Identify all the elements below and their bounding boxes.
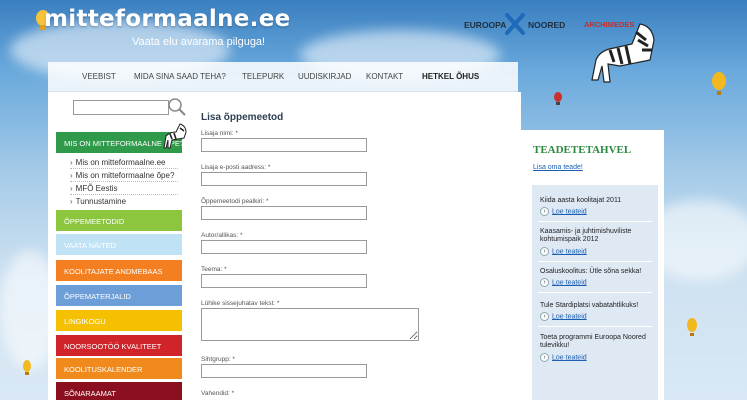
- news-divider: [538, 326, 652, 327]
- news-title: Kiida aasta koolitajat 2011: [540, 197, 622, 204]
- read-more-link[interactable]: › Loe teateid: [540, 353, 587, 362]
- lightbulb-icon: [554, 92, 562, 105]
- email-field[interactable]: [201, 172, 367, 186]
- submenu-item[interactable]: Tunnustamine: [70, 197, 126, 206]
- author-name-field[interactable]: [201, 138, 367, 152]
- menu-item-lingikogu[interactable]: LINGIKOGU: [56, 310, 182, 331]
- nav-item-veebist[interactable]: VEEBIST: [82, 72, 116, 81]
- site-header: mitteformaalne.ee Vaata elu avarama pilg…: [0, 0, 747, 83]
- balloon-icon: [23, 360, 31, 375]
- menu-item-koolituskalender[interactable]: KOOLITUSKALENDER: [56, 358, 182, 379]
- field-label: Õppemeetodi pealkiri: *: [201, 198, 269, 205]
- news-title: Osaluskoolitus: Ütle sõna sekka!: [540, 268, 642, 275]
- news-title: Kaasamis- ja juhtimishuviliste kohtumisp…: [540, 228, 632, 243]
- submenu-item[interactable]: MFÕ Eestis: [70, 184, 118, 193]
- read-more-link[interactable]: › Loe teateid: [540, 207, 587, 216]
- arrow-right-icon: ›: [540, 312, 549, 321]
- page-title: Lisa õppemeetod: [201, 112, 284, 123]
- menu-item-koolitajate-andmebaas[interactable]: KOOLITAJATE ANDMEBAAS: [56, 260, 182, 281]
- field-label: Sihtgrupp: *: [201, 356, 235, 363]
- submenu-item[interactable]: Mis on mitteformaalne õpe?: [70, 171, 175, 180]
- arrow-right-icon: ›: [540, 247, 549, 256]
- menu-item-oppemeetodid[interactable]: ÕPPEMEETODID: [56, 210, 182, 231]
- read-more-label: Loe teateid: [552, 279, 587, 287]
- submenu-divider: [70, 181, 178, 182]
- add-message-link[interactable]: Lisa oma teade!: [533, 164, 583, 171]
- submenu-divider: [70, 194, 178, 195]
- search-icon[interactable]: [166, 96, 188, 118]
- field-label: Lühike sissejuhatav tekst: *: [201, 300, 280, 307]
- news-divider: [538, 261, 652, 262]
- read-more-label: Loe teateid: [552, 354, 587, 362]
- message-board: TEADETETAHVEL Lisa oma teade! Kiida aast…: [521, 130, 664, 400]
- source-field[interactable]: [201, 240, 367, 254]
- partner-logo-text: NOORED: [528, 20, 566, 30]
- arrow-right-icon: ›: [540, 278, 549, 287]
- field-label: Lisaja e-posti aadress: *: [201, 164, 271, 171]
- read-more-label: Loe teateid: [552, 248, 587, 256]
- board-title: TEADETETAHVEL: [533, 144, 632, 156]
- news-divider: [538, 221, 652, 222]
- target-group-field[interactable]: [201, 364, 367, 378]
- nav-item-uudiskirjad[interactable]: UUDISKIRJAD: [298, 72, 351, 81]
- content-spacer: [439, 92, 521, 400]
- nav-item-kontakt[interactable]: KONTAKT: [366, 72, 403, 81]
- nav-item-mida-sina-saad-teha[interactable]: MIDA SINA SAAD TEHA?: [134, 72, 226, 81]
- sidebar: MIS ON MITTEFORMAALNE ÕPE? Mis on mittef…: [48, 92, 192, 400]
- menu-item-vaata-naited[interactable]: VAATA NÄITED: [56, 234, 182, 255]
- partner-logo-text: EUROOPA: [464, 20, 507, 30]
- read-more-link[interactable]: › Loe teateid: [540, 247, 587, 256]
- submenu-item[interactable]: Mis on mitteformaalne.ee: [70, 158, 166, 167]
- balloon-icon: [687, 318, 697, 336]
- menu-item-sonaraamat[interactable]: SÕNARAAMAT: [56, 382, 182, 400]
- intro-text-field[interactable]: [201, 308, 419, 341]
- main-content: Lisa õppemeetod Lisaja nimi: * Lisaja e-…: [192, 92, 439, 400]
- news-title: Toeta programmi Euroopa Noored tulevikku…: [540, 334, 646, 349]
- euroopa-noored-x-icon: [505, 13, 525, 35]
- submenu-divider: [70, 168, 178, 169]
- field-label: Teema: *: [201, 266, 227, 273]
- arrow-right-icon: ›: [540, 353, 549, 362]
- balloon-icon: [712, 72, 726, 95]
- menu-item-noorsootoo-kvaliteet[interactable]: NOORSOOTÖÖ KVALITEET: [56, 335, 182, 356]
- news-divider: [538, 292, 652, 293]
- main-nav: VEEBIST MIDA SINA SAAD TEHA? TELEPURK UU…: [48, 62, 518, 92]
- board-list: Kiida aasta koolitajat 2011 › Loe teateid…: [532, 185, 658, 400]
- read-more-label: Loe teateid: [552, 313, 587, 321]
- arrow-right-icon: ›: [540, 207, 549, 216]
- read-more-label: Loe teateid: [552, 208, 587, 216]
- topic-field[interactable]: [201, 274, 367, 288]
- field-label: Lisaja nimi: *: [201, 130, 238, 137]
- nav-item-hetkel-ohus[interactable]: HETKEL ÕHUS: [422, 72, 479, 81]
- field-label: Vahendid: *: [201, 390, 235, 397]
- site-logo[interactable]: mitteformaalne.ee: [44, 6, 291, 32]
- zebra-mini-illustration: [163, 123, 187, 149]
- site-tagline: Vaata elu avarama pilguga!: [132, 36, 266, 48]
- news-title: Tule Stardiplatsi vabatahtlikuks!: [540, 302, 639, 309]
- method-title-field[interactable]: [201, 206, 367, 220]
- read-more-link[interactable]: › Loe teateid: [540, 278, 587, 287]
- zebra-illustration: [591, 23, 655, 83]
- read-more-link[interactable]: › Loe teateid: [540, 312, 587, 321]
- nav-item-telepurk[interactable]: TELEPURK: [242, 72, 284, 81]
- field-label: Autor/allikas: *: [201, 232, 243, 239]
- search-input[interactable]: [73, 100, 169, 115]
- menu-item-oppematerjalid[interactable]: ÕPPEMATERJALID: [56, 285, 182, 306]
